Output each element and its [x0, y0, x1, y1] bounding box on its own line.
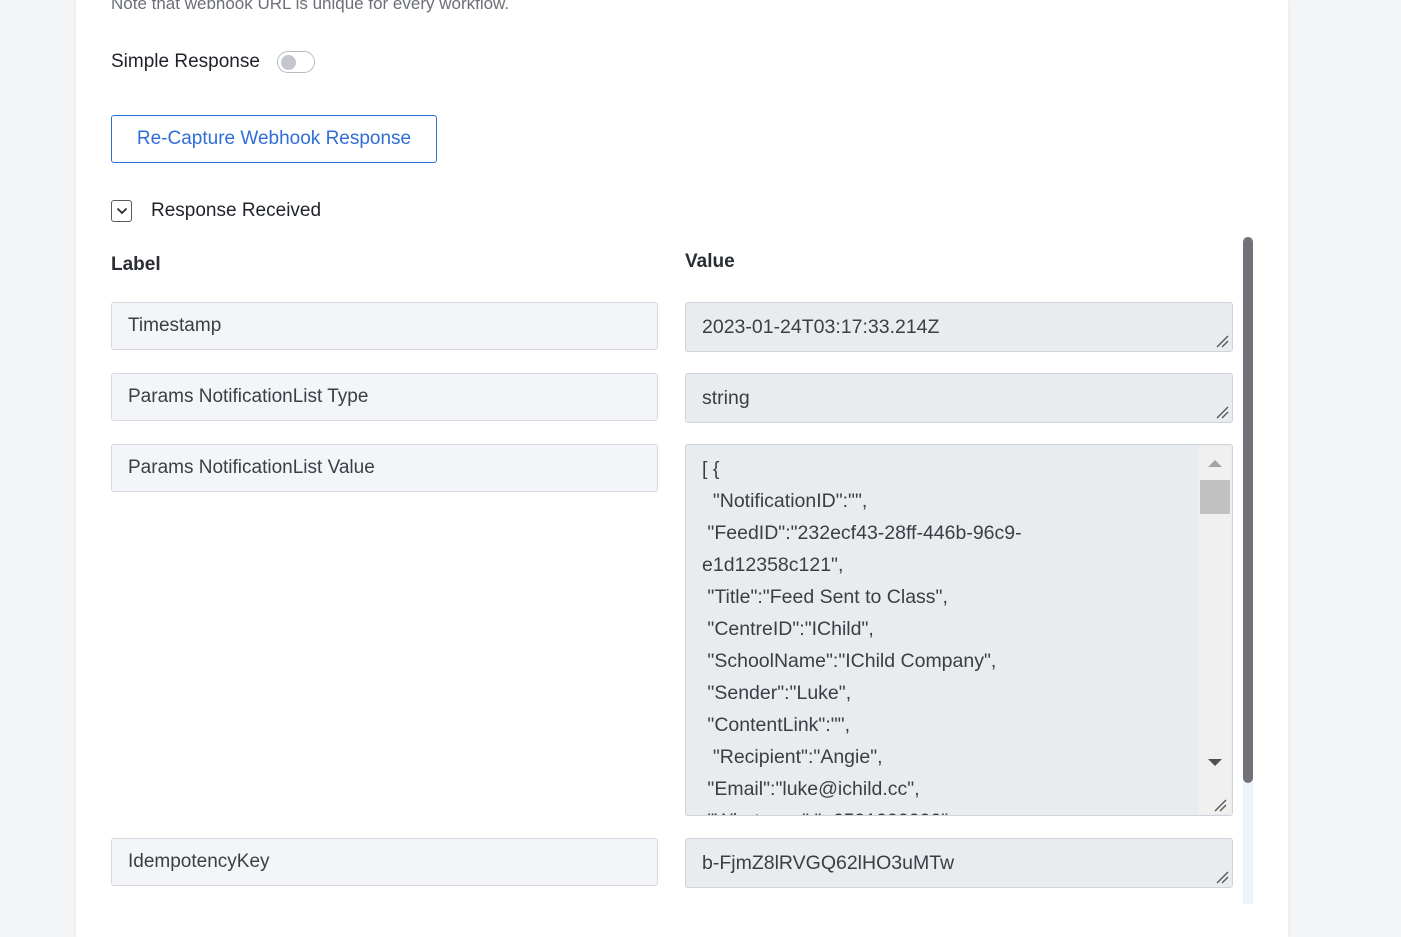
- resize-grip-icon[interactable]: [1215, 405, 1229, 419]
- textarea-content: [ { "NotificationID":"", "FeedID":"232ec…: [702, 458, 1022, 815]
- textarea-scroll-thumb[interactable]: [1200, 480, 1230, 514]
- label-field-idempotency[interactable]: IdempotencyKey: [111, 838, 658, 886]
- webhook-config-card: Note that webhook URL is unique for ever…: [76, 0, 1288, 937]
- response-scroll-thumb[interactable]: [1243, 237, 1253, 783]
- scroll-down-arrow-icon[interactable]: [1207, 758, 1223, 768]
- value-field-idempotency[interactable]: b-FjmZ8lRVGQ62lHO3uMTw: [685, 838, 1233, 888]
- label-column-header: Label: [111, 254, 161, 275]
- scroll-up-arrow-icon[interactable]: [1207, 458, 1223, 468]
- simple-response-label: Simple Response: [111, 51, 260, 72]
- value-field-timestamp[interactable]: 2023-01-24T03:17:33.214Z: [685, 302, 1233, 352]
- simple-response-row: Simple Response: [111, 51, 315, 73]
- toggle-knob: [280, 54, 296, 70]
- recapture-webhook-button[interactable]: Re-Capture Webhook Response: [111, 115, 437, 163]
- collapse-toggle[interactable]: [111, 200, 132, 222]
- response-received-row: Response Received: [111, 200, 321, 222]
- label-field-timestamp[interactable]: Timestamp: [111, 302, 658, 350]
- value-text: 2023-01-24T03:17:33.214Z: [702, 315, 940, 338]
- webhook-url-note: Note that webhook URL is unique for ever…: [111, 0, 510, 13]
- chevron-down-icon: [116, 207, 127, 215]
- simple-response-toggle[interactable]: [276, 51, 315, 73]
- resize-grip-icon[interactable]: [1215, 870, 1229, 884]
- response-received-label: Response Received: [151, 200, 322, 221]
- value-textarea-notification-list[interactable]: [ { "NotificationID":"", "FeedID":"232ec…: [685, 444, 1233, 816]
- label-field-type[interactable]: Params NotificationList Type: [111, 373, 658, 421]
- resize-grip-icon[interactable]: [1215, 334, 1229, 348]
- resize-grip-icon[interactable]: [1213, 798, 1227, 812]
- value-field-type[interactable]: string: [685, 373, 1233, 423]
- label-field-value[interactable]: Params NotificationList Value: [111, 444, 658, 492]
- value-column-header: Value: [685, 251, 735, 272]
- textarea-scrollbar[interactable]: [1199, 446, 1231, 814]
- value-text: b-FjmZ8lRVGQ62lHO3uMTw: [702, 851, 955, 874]
- value-text: string: [702, 386, 750, 409]
